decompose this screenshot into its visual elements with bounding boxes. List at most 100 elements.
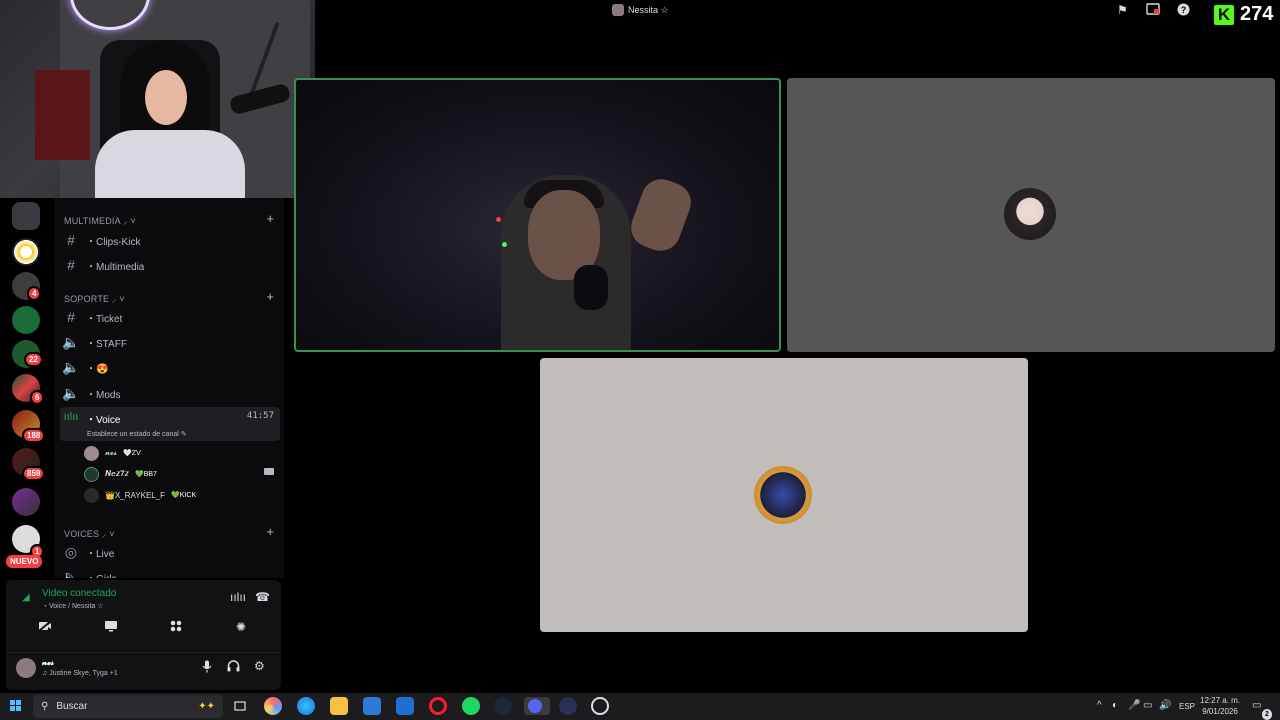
popout-icon[interactable] bbox=[1146, 3, 1160, 18]
connection-status: Video conectado bbox=[42, 588, 117, 599]
category-multimedia[interactable]: MULTIMEDIA ⸝ ˅ bbox=[64, 214, 136, 227]
category-voices[interactable]: VOICES ⸝ ˅ bbox=[64, 527, 115, 540]
notification-count: 2 bbox=[1260, 707, 1274, 720]
voice-timer: 41:57 bbox=[246, 411, 274, 421]
opera-icon[interactable] bbox=[429, 697, 447, 715]
channel-emoji[interactable]: 🔈 ・😍 bbox=[60, 356, 280, 378]
mic-icon[interactable] bbox=[202, 660, 212, 676]
speaker-lock-icon: 🔈 bbox=[62, 384, 80, 401]
call-title: Nessita ☆ bbox=[612, 4, 669, 16]
server-icon[interactable] bbox=[12, 202, 40, 230]
avatar bbox=[84, 487, 99, 503]
channel-multimedia[interactable]: # ・Multimedia bbox=[60, 254, 280, 276]
avatar bbox=[84, 466, 99, 482]
server-icon[interactable] bbox=[12, 306, 40, 334]
copilot-icon[interactable] bbox=[264, 697, 282, 715]
kick-viewer-counter: K 274 bbox=[1214, 3, 1273, 26]
user-activity: ♫ Justine Skye, Tyga +1 bbox=[42, 670, 118, 677]
soundboard-button[interactable]: ✺ bbox=[236, 620, 246, 634]
start-button[interactable] bbox=[10, 700, 22, 712]
avatar bbox=[84, 445, 99, 461]
channel-live[interactable]: ◎ ・Live bbox=[60, 541, 280, 563]
voice-user-name: 𝑵𝒆𝒛𝟕𝒛 bbox=[105, 469, 129, 478]
edge-icon[interactable] bbox=[297, 697, 315, 715]
add-channel-icon[interactable]: + bbox=[266, 289, 274, 304]
speaker-lock-icon: 🔈 bbox=[62, 333, 80, 350]
voice-user[interactable]: 𝑵𝒆𝒛𝟕𝒛 💚BB7 bbox=[84, 465, 157, 483]
camera-off-button[interactable] bbox=[38, 620, 52, 635]
participant-avatar bbox=[1004, 188, 1056, 240]
channel-list: MULTIMEDIA ⸝ ˅ + # ・Clips-Kick # ・Multim… bbox=[54, 198, 284, 578]
channel-label: ・STAFF bbox=[86, 338, 127, 350]
outlook-icon[interactable] bbox=[396, 697, 414, 715]
call-title-text: Nessita ☆ bbox=[628, 4, 669, 15]
channel-clips-kick[interactable]: # ・Clips-Kick bbox=[60, 229, 280, 251]
channel-label: ・Ticket bbox=[86, 313, 123, 325]
obs-icon[interactable] bbox=[591, 697, 609, 715]
flag-icon[interactable]: ⚑ bbox=[1117, 3, 1128, 17]
svg-text:?: ? bbox=[1181, 5, 1187, 15]
noise-suppression-icon[interactable]: ıılıı bbox=[230, 590, 246, 604]
add-channel-icon[interactable]: + bbox=[266, 211, 274, 226]
language-indicator[interactable]: ESP bbox=[1179, 702, 1195, 711]
settings-gear-icon[interactable]: ⚙ bbox=[254, 659, 265, 673]
user-avatar[interactable] bbox=[16, 658, 36, 678]
store-icon[interactable] bbox=[363, 697, 381, 715]
voice-user[interactable]: 𝓷𝓮𝓼 🤍ZV bbox=[84, 444, 141, 462]
channel-ticket[interactable]: # ・Ticket bbox=[60, 306, 280, 328]
voice-user-name: 𝓷𝓮𝓼 bbox=[105, 448, 118, 457]
clock-date: 9/01/2026 bbox=[1202, 707, 1238, 716]
category-soporte[interactable]: SOPORTE ⸝ ˅ bbox=[64, 292, 125, 305]
file-explorer-icon[interactable] bbox=[330, 697, 348, 715]
call-avatar bbox=[612, 4, 624, 16]
voice-user-tag: 💚KICK bbox=[171, 492, 197, 499]
taskbar-search[interactable]: ⚲ Buscar ✦✦ bbox=[33, 695, 223, 718]
video-tile-speaking[interactable] bbox=[294, 78, 781, 352]
steam-icon[interactable] bbox=[494, 697, 512, 715]
app-icon[interactable] bbox=[559, 697, 577, 715]
channel-girls[interactable]: 🔈 ・Girls bbox=[60, 566, 280, 579]
connection-location[interactable]: ・Voice / Nessita ☆ bbox=[42, 601, 104, 611]
voice-user-name: 👑X_RAYKEL_F bbox=[105, 490, 166, 500]
headphones-icon[interactable] bbox=[227, 660, 240, 675]
tray-app-icon[interactable]: ◐ bbox=[1112, 700, 1118, 711]
windows-taskbar: ⚲ Buscar ✦✦ ^ ◐ 🎤 ▭ 🔊 ESP 12:27 a. m. 9/… bbox=[0, 693, 1280, 720]
set-channel-status[interactable]: Establece un estado de canal ✎ bbox=[87, 430, 187, 438]
signal-icon[interactable]: ◢ bbox=[22, 592, 30, 603]
channel-label: ・Multimedia bbox=[86, 261, 145, 273]
viewer-count: 274 bbox=[1240, 3, 1274, 25]
search-placeholder: Buscar bbox=[56, 701, 88, 712]
add-channel-icon[interactable]: + bbox=[266, 524, 274, 539]
server-icon[interactable] bbox=[12, 238, 40, 266]
screen-share-button[interactable] bbox=[104, 620, 118, 635]
server-badge: 22 bbox=[24, 352, 43, 367]
hash-icon: # bbox=[67, 232, 75, 248]
video-tile-avatar[interactable] bbox=[787, 78, 1275, 352]
stage-icon: ◎ bbox=[64, 543, 78, 560]
user-name[interactable]: 𝓷𝓮𝓼 bbox=[42, 658, 54, 668]
network-icon[interactable]: ▭ bbox=[1143, 700, 1152, 711]
hash-icon: # bbox=[67, 257, 75, 273]
channel-label: ・Mods bbox=[86, 389, 121, 401]
voice-connection-panel: ◢ Video conectado ・Voice / Nessita ☆ ııl… bbox=[6, 580, 281, 690]
activities-button[interactable] bbox=[170, 620, 182, 635]
tray-mic-icon[interactable]: 🎤 bbox=[1128, 700, 1140, 711]
kick-logo-icon: K bbox=[1214, 4, 1234, 25]
spotify-icon[interactable] bbox=[462, 697, 480, 715]
help-icon[interactable]: ? bbox=[1177, 3, 1190, 19]
channel-staff[interactable]: 🔈 ・STAFF bbox=[60, 331, 280, 353]
disconnect-icon[interactable]: ☎ bbox=[255, 590, 270, 604]
volume-icon[interactable]: 🔊 bbox=[1159, 700, 1171, 711]
voice-user[interactable]: 👑X_RAYKEL_F 💚KICK bbox=[84, 486, 196, 504]
video-tile-avatar[interactable] bbox=[540, 358, 1028, 632]
channel-mods[interactable]: 🔈 ・Mods bbox=[60, 382, 280, 404]
tray-chevron-icon[interactable]: ^ bbox=[1097, 700, 1102, 711]
speaker-lock-icon: 🔈 bbox=[62, 358, 80, 375]
server-badge: 4 bbox=[27, 286, 42, 301]
system-clock[interactable]: 12:27 a. m. 9/01/2026 bbox=[1200, 695, 1240, 717]
discord-icon[interactable] bbox=[524, 697, 550, 715]
task-view-icon[interactable] bbox=[231, 697, 249, 715]
channel-label: ・Voice bbox=[86, 415, 121, 426]
server-rail: 4 22 6 188 859 1 NUEVO bbox=[0, 198, 54, 578]
server-icon[interactable] bbox=[12, 488, 40, 516]
